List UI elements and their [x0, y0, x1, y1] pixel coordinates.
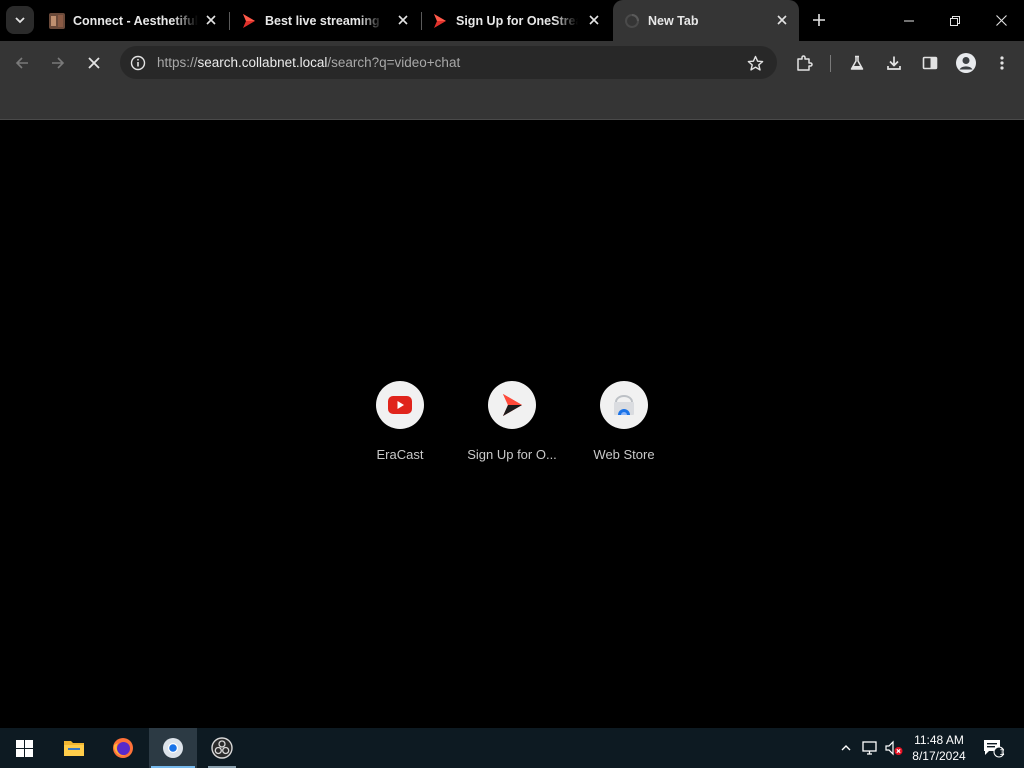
downloads-button[interactable] — [880, 49, 908, 77]
profile-button[interactable] — [952, 49, 980, 77]
url-scheme: https:// — [157, 55, 198, 70]
puzzle-icon — [797, 55, 813, 71]
chevron-down-icon — [15, 17, 25, 24]
toolbar-divider — [830, 55, 831, 72]
web-store-icon — [600, 381, 648, 429]
close-icon — [995, 15, 1007, 26]
volume-muted-icon[interactable] — [884, 738, 904, 758]
close-tab-icon[interactable] — [587, 13, 601, 27]
shortcut-web-store[interactable]: Web Store — [568, 381, 680, 471]
chrome-icon — [163, 738, 183, 758]
close-tab-icon[interactable] — [775, 13, 789, 27]
bookmark-star-icon[interactable] — [745, 53, 765, 73]
network-icon[interactable] — [860, 738, 880, 758]
side-panel-icon — [922, 56, 938, 70]
browser-toolbar: https://search.collabnet.local/search?q=… — [0, 41, 1024, 85]
youtube-icon — [376, 381, 424, 429]
show-hidden-icons-button[interactable] — [836, 738, 856, 758]
taskbar-obs[interactable] — [198, 728, 246, 768]
action-center-button[interactable]: 1 — [980, 736, 1006, 760]
tab-search-button[interactable] — [6, 6, 34, 34]
shortcut-eracast[interactable]: EraCast — [344, 381, 456, 471]
clock-time: 11:48 AM — [914, 733, 964, 747]
shortcut-label: EraCast — [376, 447, 424, 462]
close-window-button[interactable] — [978, 0, 1024, 41]
restore-icon — [950, 15, 960, 26]
start-button[interactable] — [0, 728, 48, 768]
tab-strip: Connect - Aesthetiful Best live streamin… — [0, 0, 1024, 41]
tab-sign-up-onestream[interactable]: Sign Up for OneStream — [421, 0, 611, 41]
flask-icon — [850, 55, 864, 70]
taskbar-chrome[interactable] — [149, 728, 197, 768]
kebab-menu-icon — [1000, 56, 1004, 70]
avatar-icon — [956, 53, 976, 73]
folder-icon — [64, 741, 84, 756]
new-tab-page: EraCast Sign Up for O... Web Store — [0, 121, 1024, 728]
loading-spinner-icon — [624, 13, 640, 29]
chevron-up-icon — [841, 745, 851, 751]
obs-icon — [211, 737, 233, 759]
shortcut-label: Sign Up for O... — [467, 447, 557, 462]
tab-best-live-streaming[interactable]: Best live streaming pl — [230, 0, 420, 41]
labs-button[interactable] — [843, 49, 871, 77]
close-tab-icon[interactable] — [204, 13, 218, 27]
windows-start-icon — [15, 739, 33, 757]
minimize-button[interactable] — [886, 0, 932, 41]
taskbar-clock[interactable]: 11:48 AM 8/17/2024 — [908, 732, 970, 764]
menu-button[interactable] — [988, 49, 1016, 77]
restore-button[interactable] — [932, 0, 978, 41]
image-thumbnail-icon — [49, 12, 65, 29]
tab-title: Sign Up for OneStream — [456, 13, 578, 28]
notification-count: 1 — [999, 747, 1005, 757]
red-play-icon — [241, 13, 257, 29]
shortcut-sign-up-onestream[interactable]: Sign Up for O... — [456, 381, 568, 471]
extensions-button[interactable] — [790, 49, 818, 77]
new-tab-button[interactable] — [808, 9, 830, 31]
bookmarks-bar — [0, 85, 1024, 120]
side-panel-button[interactable] — [916, 49, 944, 77]
url-path: /search?q=video+chat — [327, 55, 461, 70]
taskbar-file-explorer[interactable] — [50, 728, 98, 768]
close-icon — [88, 57, 100, 69]
forward-arrow-icon — [52, 57, 65, 69]
url-host: search.collabnet.local — [197, 55, 328, 70]
firefox-icon — [113, 738, 133, 758]
taskbar-firefox[interactable] — [99, 728, 147, 768]
download-icon — [887, 56, 901, 70]
address-bar[interactable]: https://search.collabnet.local/search?q=… — [120, 46, 777, 79]
red-play-icon — [432, 13, 448, 29]
url-text[interactable]: https://search.collabnet.local/search?q=… — [157, 55, 460, 70]
forward-button[interactable] — [44, 49, 72, 77]
tab-title: Best live streaming pl — [265, 13, 383, 28]
tab-connect-aesthetiful[interactable]: Connect - Aesthetiful — [38, 0, 228, 41]
windows-taskbar: 11:48 AM 8/17/2024 1 — [0, 728, 1024, 768]
red-play-icon — [488, 381, 536, 429]
back-button[interactable] — [8, 49, 36, 77]
close-tab-icon[interactable] — [396, 13, 410, 27]
back-arrow-icon — [15, 57, 28, 69]
clock-date: 8/17/2024 — [912, 749, 966, 763]
shortcut-label: Web Store — [593, 447, 655, 462]
stop-loading-button[interactable] — [80, 49, 108, 77]
tab-new-tab[interactable]: New Tab — [613, 0, 799, 41]
tab-title: New Tab — [648, 13, 699, 28]
site-info-icon[interactable] — [128, 53, 148, 73]
tab-title: Connect - Aesthetiful — [73, 13, 199, 28]
minimize-icon — [904, 20, 914, 21]
plus-icon — [813, 14, 825, 26]
